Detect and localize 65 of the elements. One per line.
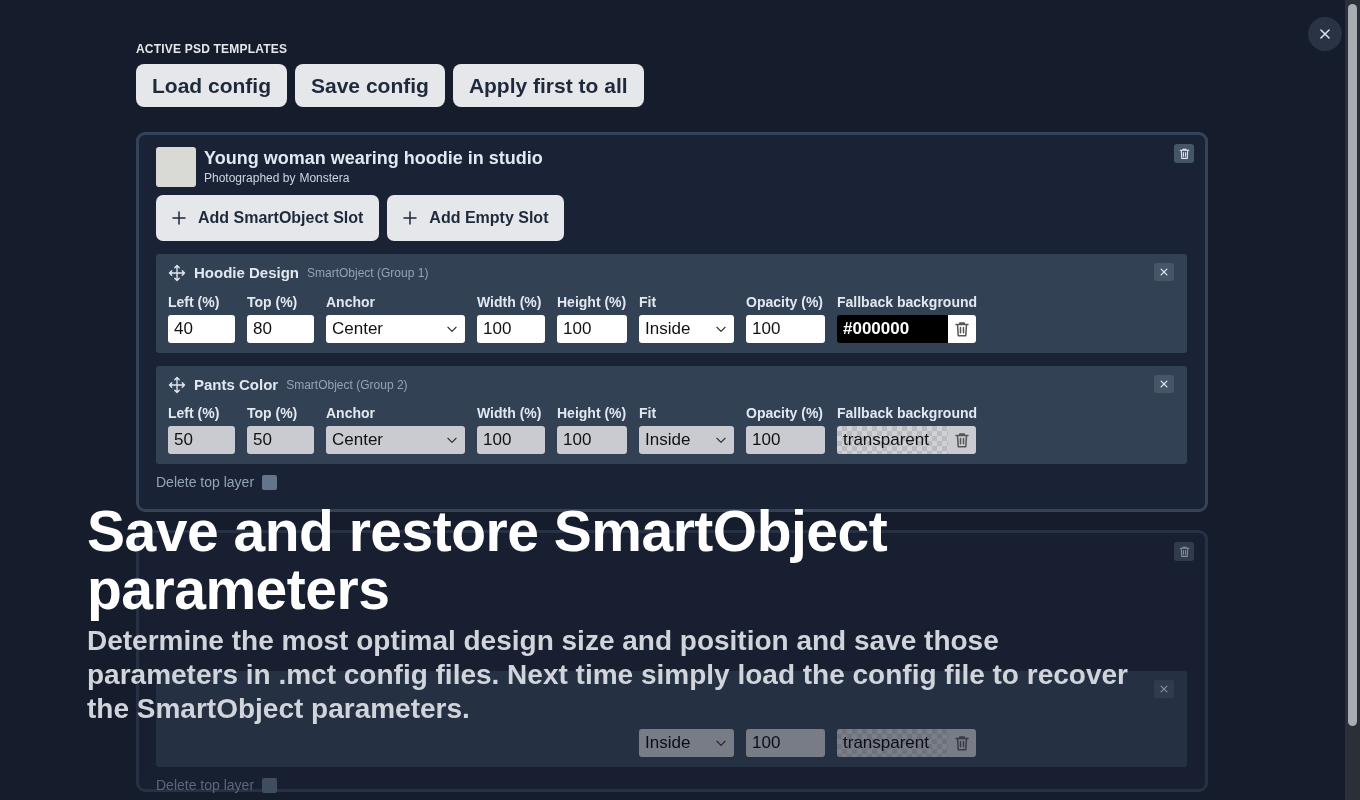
slot-type: SmartObject (Group 2) [286, 376, 408, 394]
dropdown-select[interactable]: Inside [639, 314, 734, 343]
input-field[interactable]: 100 [477, 314, 545, 343]
credit-text: Photographed by [204, 170, 296, 187]
toolbar-button[interactable]: Load config [136, 64, 287, 107]
remove-slot-button[interactable] [1154, 680, 1174, 698]
close-icon [1159, 267, 1169, 277]
trash-icon [953, 734, 971, 752]
checkbox-label: Delete top layer [156, 776, 255, 795]
trash-icon [1177, 147, 1191, 160]
toolbar-button[interactable]: Save config [295, 64, 445, 107]
close-button[interactable] [1308, 17, 1342, 51]
delete-template-button[interactable] [1174, 144, 1194, 163]
trash-icon [953, 431, 971, 449]
field-label: Left (%) [168, 292, 221, 311]
field-label: Top (%) [247, 404, 299, 422]
field-label: Height (%) [557, 404, 627, 422]
clear-color-button[interactable] [948, 729, 976, 757]
dropdown-select[interactable]: Center [326, 314, 465, 343]
slot-name: Hoodie Design [194, 263, 299, 283]
field-label: Fallback background [837, 404, 976, 422]
slot-type: SmartObject (Group 1) [307, 265, 429, 283]
section-title: ACTIVE PSD TEMPLATES [136, 41, 289, 58]
add-slot-button[interactable]: Add SmartObject Slot [156, 195, 380, 241]
trash-icon [1177, 545, 1191, 558]
field-label: Width (%) [477, 404, 543, 422]
field-label: Anchor [326, 292, 376, 311]
field-label: Width (%) [477, 292, 543, 311]
toolbar-button[interactable]: Apply first to all [452, 64, 644, 107]
close-icon [1159, 684, 1169, 694]
close-icon [1159, 378, 1169, 389]
checkbox[interactable] [262, 475, 278, 490]
move-icon[interactable] [168, 264, 186, 283]
field-label: Anchor [326, 404, 376, 422]
remove-slot-button[interactable] [1154, 263, 1174, 281]
field-label: Fit [639, 292, 658, 311]
template-title: Young woman wearing hoodie in studio [204, 147, 543, 169]
photo-placeholder [156, 147, 196, 187]
field-label: Opacity (%) [746, 404, 824, 422]
field-label: Fit [639, 404, 658, 422]
input-field[interactable]: 80 [247, 314, 314, 343]
field-label: Height (%) [557, 292, 627, 311]
field-label: Opacity (%) [746, 292, 824, 311]
field-label: Top (%) [247, 292, 299, 311]
move-icon[interactable] [168, 375, 186, 394]
input-field[interactable]: 40 [168, 314, 235, 343]
field-label: Left (%) [168, 404, 221, 422]
plus-icon [170, 209, 188, 227]
clear-color-button[interactable] [948, 314, 976, 343]
trash-icon [953, 319, 971, 338]
input-field[interactable]: 100 [557, 314, 627, 343]
author-link[interactable]: Monstera [299, 169, 350, 187]
remove-slot-button[interactable] [1154, 374, 1174, 393]
slot-name: Pants Color [194, 374, 279, 395]
clear-color-button[interactable] [948, 426, 976, 454]
field-label: Fallback background [837, 292, 976, 311]
checkbox-label: Delete top layer [156, 473, 255, 492]
add-slot-button[interactable]: Add Empty Slot [387, 195, 565, 241]
description: Determine the most optimal design size and position and save those parameters in .mct config files. Next time simply load the config file to recover the SmartObject parameters. [87, 624, 1129, 726]
close-icon [1318, 27, 1332, 41]
plus-icon [401, 209, 420, 227]
delete-template-button[interactable] [1174, 542, 1194, 561]
checkbox[interactable] [262, 778, 278, 793]
input-field[interactable]: 100 [746, 314, 825, 343]
color-field[interactable]: #000000 [837, 314, 948, 343]
